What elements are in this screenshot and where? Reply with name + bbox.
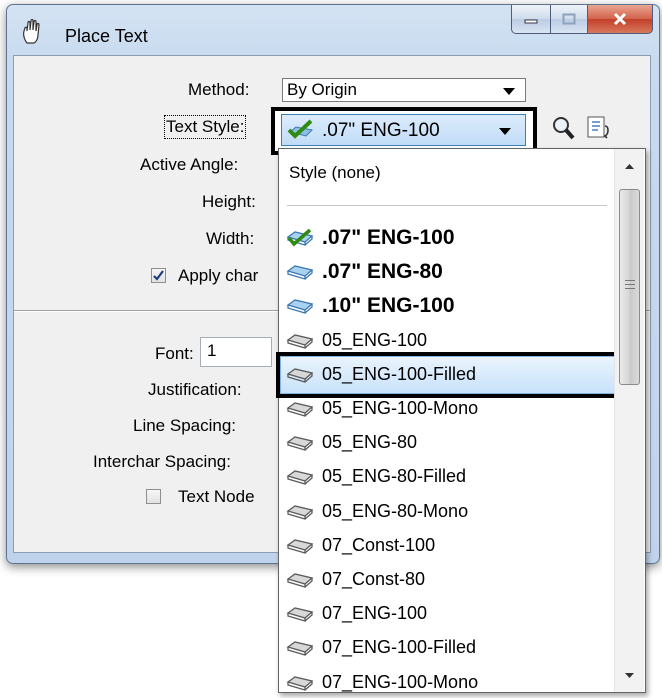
- text-node-label: Text Node: [178, 487, 255, 506]
- list-divider: [287, 205, 607, 206]
- style-icon-gray: [286, 402, 314, 417]
- list-item[interactable]: 07_ENG-100-Mono: [282, 667, 612, 698]
- style-icon-gray: [286, 470, 314, 486]
- font-value: 1: [207, 341, 217, 360]
- edit-text-style-icon[interactable]: [585, 112, 615, 142]
- list-item-style-none[interactable]: Style (none): [283, 157, 613, 188]
- list-item[interactable]: 07_Const-100: [282, 530, 612, 561]
- height-label: Height:: [202, 192, 256, 211]
- grip-line: [625, 284, 635, 285]
- text-style-label: Text Style:: [163, 115, 247, 139]
- grip-line: [625, 280, 635, 281]
- scroll-up-button[interactable]: [615, 151, 644, 181]
- style-icon-blue: [286, 265, 314, 281]
- text-style-value: .07" ENG-100: [322, 120, 440, 141]
- minimize-button[interactable]: [511, 5, 551, 34]
- list-item[interactable]: .10" ENG-100: [282, 290, 612, 321]
- font-input[interactable]: 1: [200, 337, 272, 367]
- title-bar[interactable]: Place Text: [7, 5, 659, 55]
- list-item-label: Style (none): [289, 163, 381, 182]
- method-value: By Origin: [287, 80, 357, 99]
- list-item-label: .10" ENG-100: [322, 294, 455, 318]
- line-spacing-label: Line Spacing:: [133, 416, 237, 435]
- chevron-up-icon: [625, 164, 634, 169]
- list-item[interactable]: 05_ENG-100: [282, 325, 612, 356]
- list-item[interactable]: 05_ENG-100-Mono: [282, 393, 612, 424]
- list-item-highlighted[interactable]: 05_ENG-100-Filled: [282, 359, 612, 390]
- list-item-label: 05_ENG-100-Mono: [322, 398, 479, 418]
- width-label: Width:: [206, 229, 255, 248]
- style-icon-gray: [286, 368, 314, 383]
- apply-changes-label: Apply char: [178, 266, 259, 285]
- active-angle-label: Active Angle:: [140, 155, 239, 174]
- text-style-combo[interactable]: .07" ENG-100: [281, 114, 526, 146]
- magnifier-icon[interactable]: [550, 114, 576, 142]
- dropdown-scrollbar[interactable]: [614, 149, 644, 692]
- list-item-label: 05_ENG-100: [322, 329, 428, 350]
- list-item-label: 07_Const-80: [322, 569, 426, 589]
- style-icon-gray: [286, 607, 314, 623]
- list-item-label: 07_ENG-100-Filled: [322, 637, 477, 658]
- scroll-down-button[interactable]: [615, 660, 644, 690]
- style-icon-blue: [286, 299, 314, 315]
- method-combo[interactable]: By Origin: [282, 78, 526, 102]
- list-item[interactable]: 07_ENG-100: [282, 598, 612, 629]
- style-icon-gray: [286, 573, 314, 588]
- list-item[interactable]: 07_ENG-100-Filled: [282, 632, 612, 663]
- list-item-label: 07_ENG-100-Mono: [322, 671, 479, 692]
- chevron-down-icon: [503, 88, 515, 95]
- hand-icon: [23, 19, 40, 44]
- close-button[interactable]: [588, 5, 653, 34]
- style-icon-gray: [286, 436, 314, 452]
- list-item-label: 05_ENG-80-Filled: [322, 466, 467, 487]
- style-icon-gray: [286, 641, 314, 657]
- list-item-label: .07" ENG-100: [322, 226, 455, 249]
- font-label: Font:: [155, 344, 194, 363]
- list-item[interactable]: 07_Const-80: [282, 564, 612, 595]
- maximize-button[interactable]: [551, 5, 588, 34]
- list-item[interactable]: .07" ENG-80: [282, 256, 612, 287]
- minimize-icon: [524, 19, 538, 24]
- list-item-label: 07_Const-100: [322, 534, 436, 555]
- list-item-label: .07" ENG-80: [322, 260, 443, 284]
- list-item-label: 05_ENG-80: [322, 432, 418, 453]
- list-item[interactable]: 05_ENG-80-Filled: [282, 461, 612, 492]
- list-item-label: 05_ENG-80-Mono: [322, 500, 469, 521]
- list-item-label: 05_ENG-100-Filled: [322, 363, 477, 384]
- chevron-down-icon: [625, 673, 634, 678]
- style-icon-gray: [286, 333, 314, 349]
- window-title: Place Text: [65, 26, 148, 46]
- list-item[interactable]: .07" ENG-100: [282, 222, 612, 253]
- checked-style-icon: [286, 228, 314, 247]
- apply-changes-checkbox[interactable]: [151, 268, 166, 283]
- style-icon-gray: [286, 539, 314, 554]
- close-icon: [613, 12, 627, 26]
- grip-line: [625, 288, 635, 289]
- scrollbar-thumb[interactable]: [619, 189, 640, 385]
- text-node-checkbox[interactable]: [146, 489, 161, 504]
- style-icon-gray: [286, 504, 314, 520]
- caption-buttons: [511, 5, 653, 37]
- list-item[interactable]: 05_ENG-80: [282, 427, 612, 458]
- justification-label: Justification:: [148, 380, 242, 399]
- list-item[interactable]: 05_ENG-80-Mono: [282, 496, 612, 527]
- list-item-label: 07_ENG-100: [322, 603, 428, 624]
- chevron-down-icon: [499, 128, 511, 135]
- interchar-spacing-label: Interchar Spacing:: [93, 452, 231, 471]
- checked-style-icon: [287, 119, 314, 139]
- checkmark-icon: [153, 270, 164, 281]
- method-label: Method:: [188, 80, 250, 99]
- maximize-icon: [562, 13, 576, 25]
- style-icon-gray: [286, 675, 314, 691]
